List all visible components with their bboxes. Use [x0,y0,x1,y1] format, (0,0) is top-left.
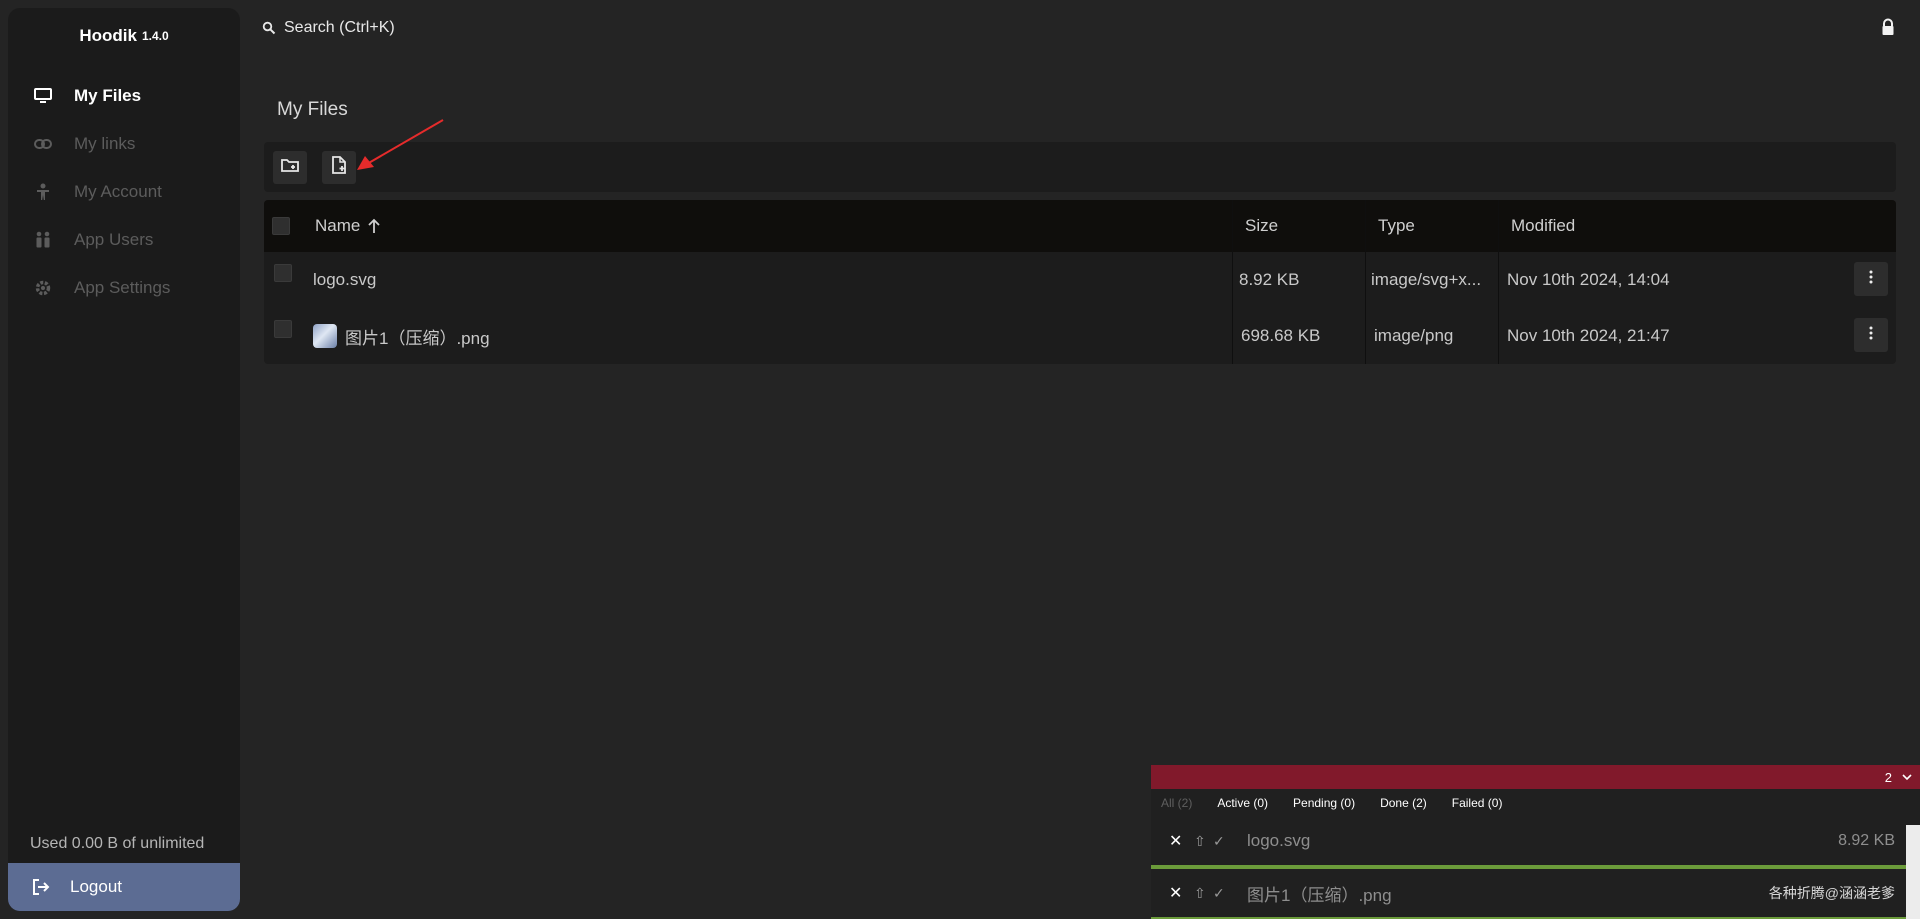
file-modified: Nov 10th 2024, 14:04 [1507,270,1670,289]
logout-button[interactable]: Logout [8,863,240,911]
upload-item-name: logo.svg [1247,831,1311,850]
sidebar-item-app-users[interactable]: App Users [8,216,240,264]
table-row[interactable]: logo.svg 8.92 KB image/svg+x... Nov 10th… [264,252,1896,308]
column-separator [1498,252,1499,308]
new-file-icon [331,156,347,179]
sidebar-item-my-links[interactable]: My links [8,120,240,168]
monitor-icon [32,85,54,107]
check-icon: ✓ [1213,884,1225,901]
sidebar-item-label: My Account [74,182,162,201]
file-modified: Nov 10th 2024, 21:47 [1507,326,1670,345]
new-folder-button[interactable] [273,151,307,184]
close-icon[interactable]: ✕ [1169,883,1182,903]
more-vertical-icon [1869,325,1873,345]
column-separator [1365,308,1366,364]
page-title: My Files [277,99,348,120]
more-vertical-icon [1869,269,1873,289]
app-version: 1.4.0 [141,29,169,43]
sidebar-item-my-account[interactable]: My Account [8,168,240,216]
row-checkbox-cell [274,252,292,308]
tab-all[interactable]: All (2) [1161,796,1192,810]
search-placeholder: Search (Ctrl+K) [284,19,395,36]
file-name[interactable]: logo.svg [313,252,376,308]
upload-arrow-icon: ⇧ [1194,832,1206,849]
new-folder-icon [281,157,299,178]
sort-ascending-icon [367,218,381,234]
files-table: Name Size Type Modified logo.svg 8.92 KB… [264,200,1896,364]
upload-item-size: 各种折腾@涵涵老爹 [1768,885,1895,901]
users-icon [32,229,54,251]
upload-panel-header[interactable]: 2 [1151,765,1920,789]
close-icon[interactable]: ✕ [1169,831,1182,851]
link-icon [32,133,54,155]
upload-item-size: 8.92 KB [1838,832,1895,849]
file-name: 图片1（压缩）.png [345,328,490,348]
row-checkbox[interactable] [274,320,292,338]
app-brand: Hoodik 1.4.0 [8,8,240,64]
sidebar: Hoodik 1.4.0 My Files My links My Accoun… [8,8,240,911]
app-name: Hoodik [79,26,137,45]
upload-item-name: 图片1（压缩）.png [1247,885,1392,905]
file-toolbar [264,142,1896,192]
file-type: image/png [1374,326,1454,345]
column-separator [1365,252,1366,308]
new-file-button[interactable] [322,151,356,184]
sidebar-item-label: My links [74,134,136,153]
sidebar-item-label: My Files [74,86,142,105]
select-all-checkbox[interactable] [272,217,290,235]
storage-usage: Used 0.00 B of unlimited [30,835,205,852]
annotation-arrow-icon [357,119,444,170]
column-modified[interactable]: Modified [1511,200,1575,252]
sidebar-item-label: App Users [74,230,154,249]
column-separator [1498,308,1499,364]
tab-done[interactable]: Done (2) [1380,796,1427,810]
sidebar-item-label: App Settings [74,278,171,297]
select-all-cell [272,200,290,252]
sidebar-item-app-settings[interactable]: App Settings [8,264,240,312]
upload-count: 2 [1884,769,1892,785]
upload-scrollbar[interactable] [1906,825,1920,919]
column-separator [1365,200,1366,252]
column-name[interactable]: Name [315,200,381,252]
table-header: Name Size Type Modified [264,200,1896,252]
row-menu-button[interactable] [1854,262,1888,296]
column-separator [1232,252,1233,308]
column-size[interactable]: Size [1245,200,1278,252]
image-thumbnail [313,324,337,348]
column-name-label: Name [315,216,361,235]
logout-icon [32,879,50,895]
file-size: 8.92 KB [1239,270,1300,289]
logout-label: Logout [70,877,122,896]
tab-active[interactable]: Active (0) [1217,796,1268,810]
lock-icon[interactable] [1880,18,1896,36]
upload-arrow-icon: ⇧ [1194,884,1206,901]
tab-failed[interactable]: Failed (0) [1452,796,1503,810]
column-separator [1232,308,1233,364]
column-separator [1232,200,1233,252]
table-row[interactable]: 图片1（压缩）.png 698.68 KB image/png Nov 10th… [264,308,1896,364]
row-checkbox-cell [274,308,292,364]
row-checkbox[interactable] [274,264,292,282]
column-type[interactable]: Type [1378,200,1415,252]
row-menu-button[interactable] [1854,318,1888,352]
upload-item: ✕ ⇧ ✓ 图片1（压缩）.png 各种折腾@涵涵老爹 [1151,869,1920,919]
file-name-cell[interactable]: 图片1（压缩）.png [313,308,490,364]
check-icon: ✓ [1213,832,1225,849]
upload-panel: 2 All (2) Active (0) Pending (0) Done (2… [1151,765,1920,919]
file-type: image/svg+x... [1371,270,1482,289]
search-input[interactable]: Search (Ctrl+K) [262,16,395,40]
column-separator [1498,200,1499,252]
file-size: 698.68 KB [1241,326,1321,345]
upload-tabs: All (2) Active (0) Pending (0) Done (2) … [1151,789,1920,817]
tab-pending[interactable]: Pending (0) [1293,796,1355,810]
search-icon [262,21,276,35]
person-icon [32,181,54,203]
sidebar-item-my-files[interactable]: My Files [8,72,240,120]
chevron-down-icon[interactable] [1902,773,1912,781]
upload-item: ✕ ⇧ ✓ logo.svg 8.92 KB [1151,817,1920,869]
gear-icon [32,277,54,299]
